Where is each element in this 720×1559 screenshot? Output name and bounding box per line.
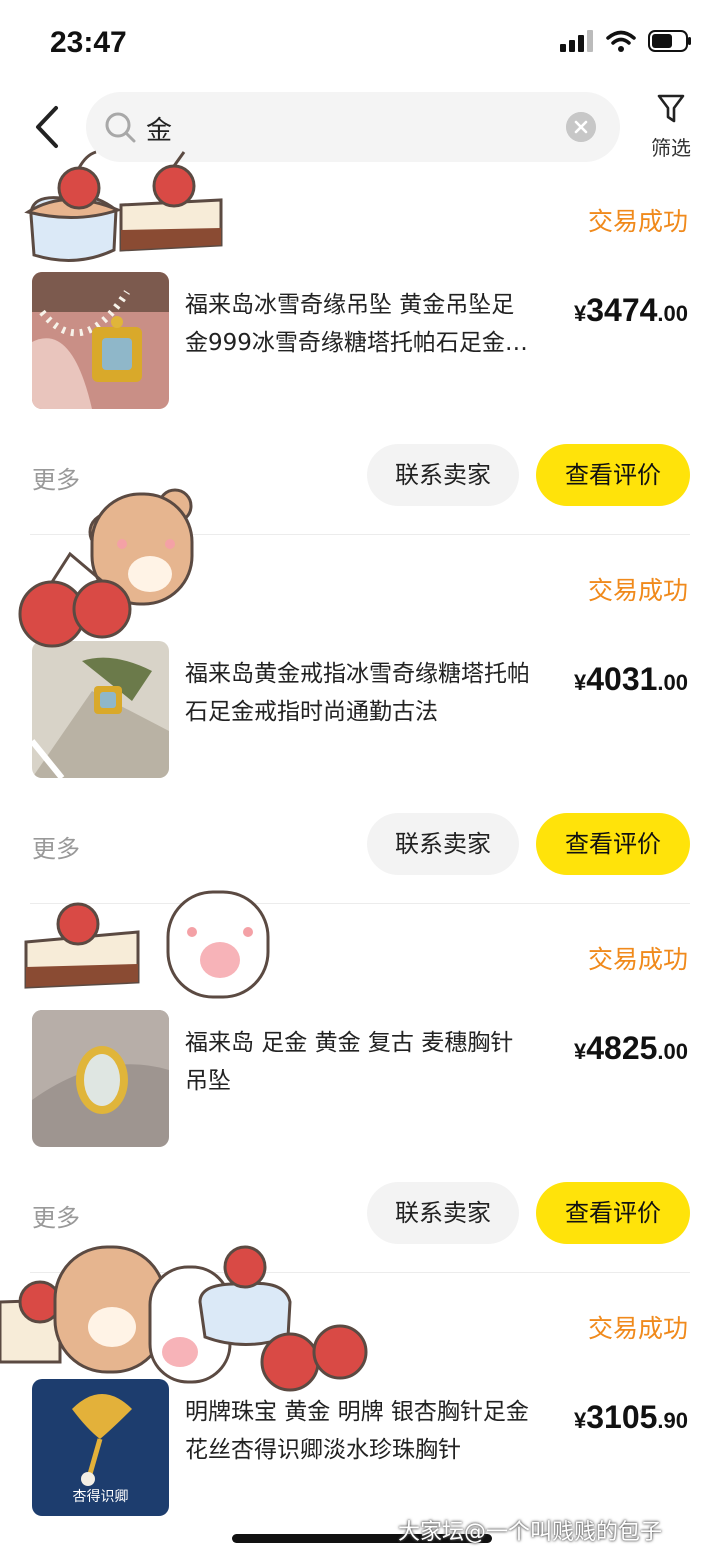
product-thumbnail[interactable] xyxy=(32,272,169,409)
view-review-button[interactable]: 查看评价 xyxy=(536,1182,690,1244)
watermark: 大家坛@一个叫贱贱的包子 xyxy=(398,1520,663,1545)
status-time: 23:47 xyxy=(50,26,127,59)
order-status: 交易成功 xyxy=(587,1314,688,1343)
product-price: ¥3105.90 xyxy=(573,1399,688,1435)
search-input[interactable]: 金 xyxy=(86,92,620,162)
order-status: 交易成功 xyxy=(587,207,688,236)
more-link[interactable]: 更多 xyxy=(32,829,80,864)
order-status: 交易成功 xyxy=(587,576,688,605)
search-query: 金 xyxy=(146,116,173,146)
divider xyxy=(30,903,690,904)
product-thumbnail[interactable]: 杏得识卿 xyxy=(32,1379,169,1516)
order-card[interactable]: 交易成功 福来岛 足金 黄金 复古 麦穗胸针 吊坠 ¥4825.00 更多 联系… xyxy=(0,920,720,1282)
divider xyxy=(30,1272,690,1273)
back-arrow-icon[interactable] xyxy=(30,104,66,150)
thumbnail-caption: 杏得识卿 xyxy=(72,1489,129,1505)
product-thumbnail[interactable] xyxy=(32,641,169,778)
contact-seller-button[interactable]: 联系卖家 xyxy=(367,444,519,506)
search-icon xyxy=(105,112,136,143)
order-status: 交易成功 xyxy=(587,945,688,974)
view-review-button[interactable]: 查看评价 xyxy=(536,444,690,506)
filter-label: 筛选 xyxy=(651,136,691,160)
product-price: ¥4825.00 xyxy=(573,1030,688,1066)
status-icons xyxy=(560,30,692,52)
product-price: ¥4031.00 xyxy=(573,661,688,697)
more-link[interactable]: 更多 xyxy=(32,1198,80,1233)
search-header: 金 筛选 xyxy=(0,90,720,164)
product-title[interactable]: 福来岛冰雪奇缘吊坠 黄金吊坠足金999冰雪奇缘糖塔托帕石足金项链 xyxy=(185,286,535,362)
wifi-icon xyxy=(606,30,636,52)
divider xyxy=(30,534,690,535)
product-price: ¥3474.00 xyxy=(573,292,688,328)
product-title[interactable]: 福来岛黄金戒指冰雪奇缘糖塔托帕石足金戒指时尚通勤古法 xyxy=(185,655,535,731)
order-card[interactable]: 交易成功 福来岛冰雪奇缘吊坠 黄金吊坠足金999冰雪奇缘糖塔托帕石足金项链 ¥3… xyxy=(0,182,720,544)
product-title[interactable]: 明牌珠宝 黄金 明牌 银杏胸针足金花丝杏得识卿淡水珍珠胸针 xyxy=(185,1393,535,1469)
order-card[interactable]: 交易成功 福来岛黄金戒指冰雪奇缘糖塔托帕石足金戒指时尚通勤古法 ¥4031.00… xyxy=(0,551,720,913)
product-thumbnail[interactable] xyxy=(32,1010,169,1147)
filter-icon xyxy=(657,94,685,123)
view-review-button[interactable]: 查看评价 xyxy=(536,813,690,875)
battery-icon xyxy=(648,30,691,52)
contact-seller-button[interactable]: 联系卖家 xyxy=(367,1182,519,1244)
contact-seller-button[interactable]: 联系卖家 xyxy=(367,813,519,875)
clear-icon[interactable] xyxy=(566,112,596,142)
product-title[interactable]: 福来岛 足金 黄金 复古 麦穗胸针 吊坠 xyxy=(185,1024,535,1100)
filter-button[interactable]: 筛选 xyxy=(644,94,698,164)
more-link[interactable]: 更多 xyxy=(32,460,80,495)
signal-icon xyxy=(560,30,593,52)
status-bar: 23:47 xyxy=(0,0,720,88)
